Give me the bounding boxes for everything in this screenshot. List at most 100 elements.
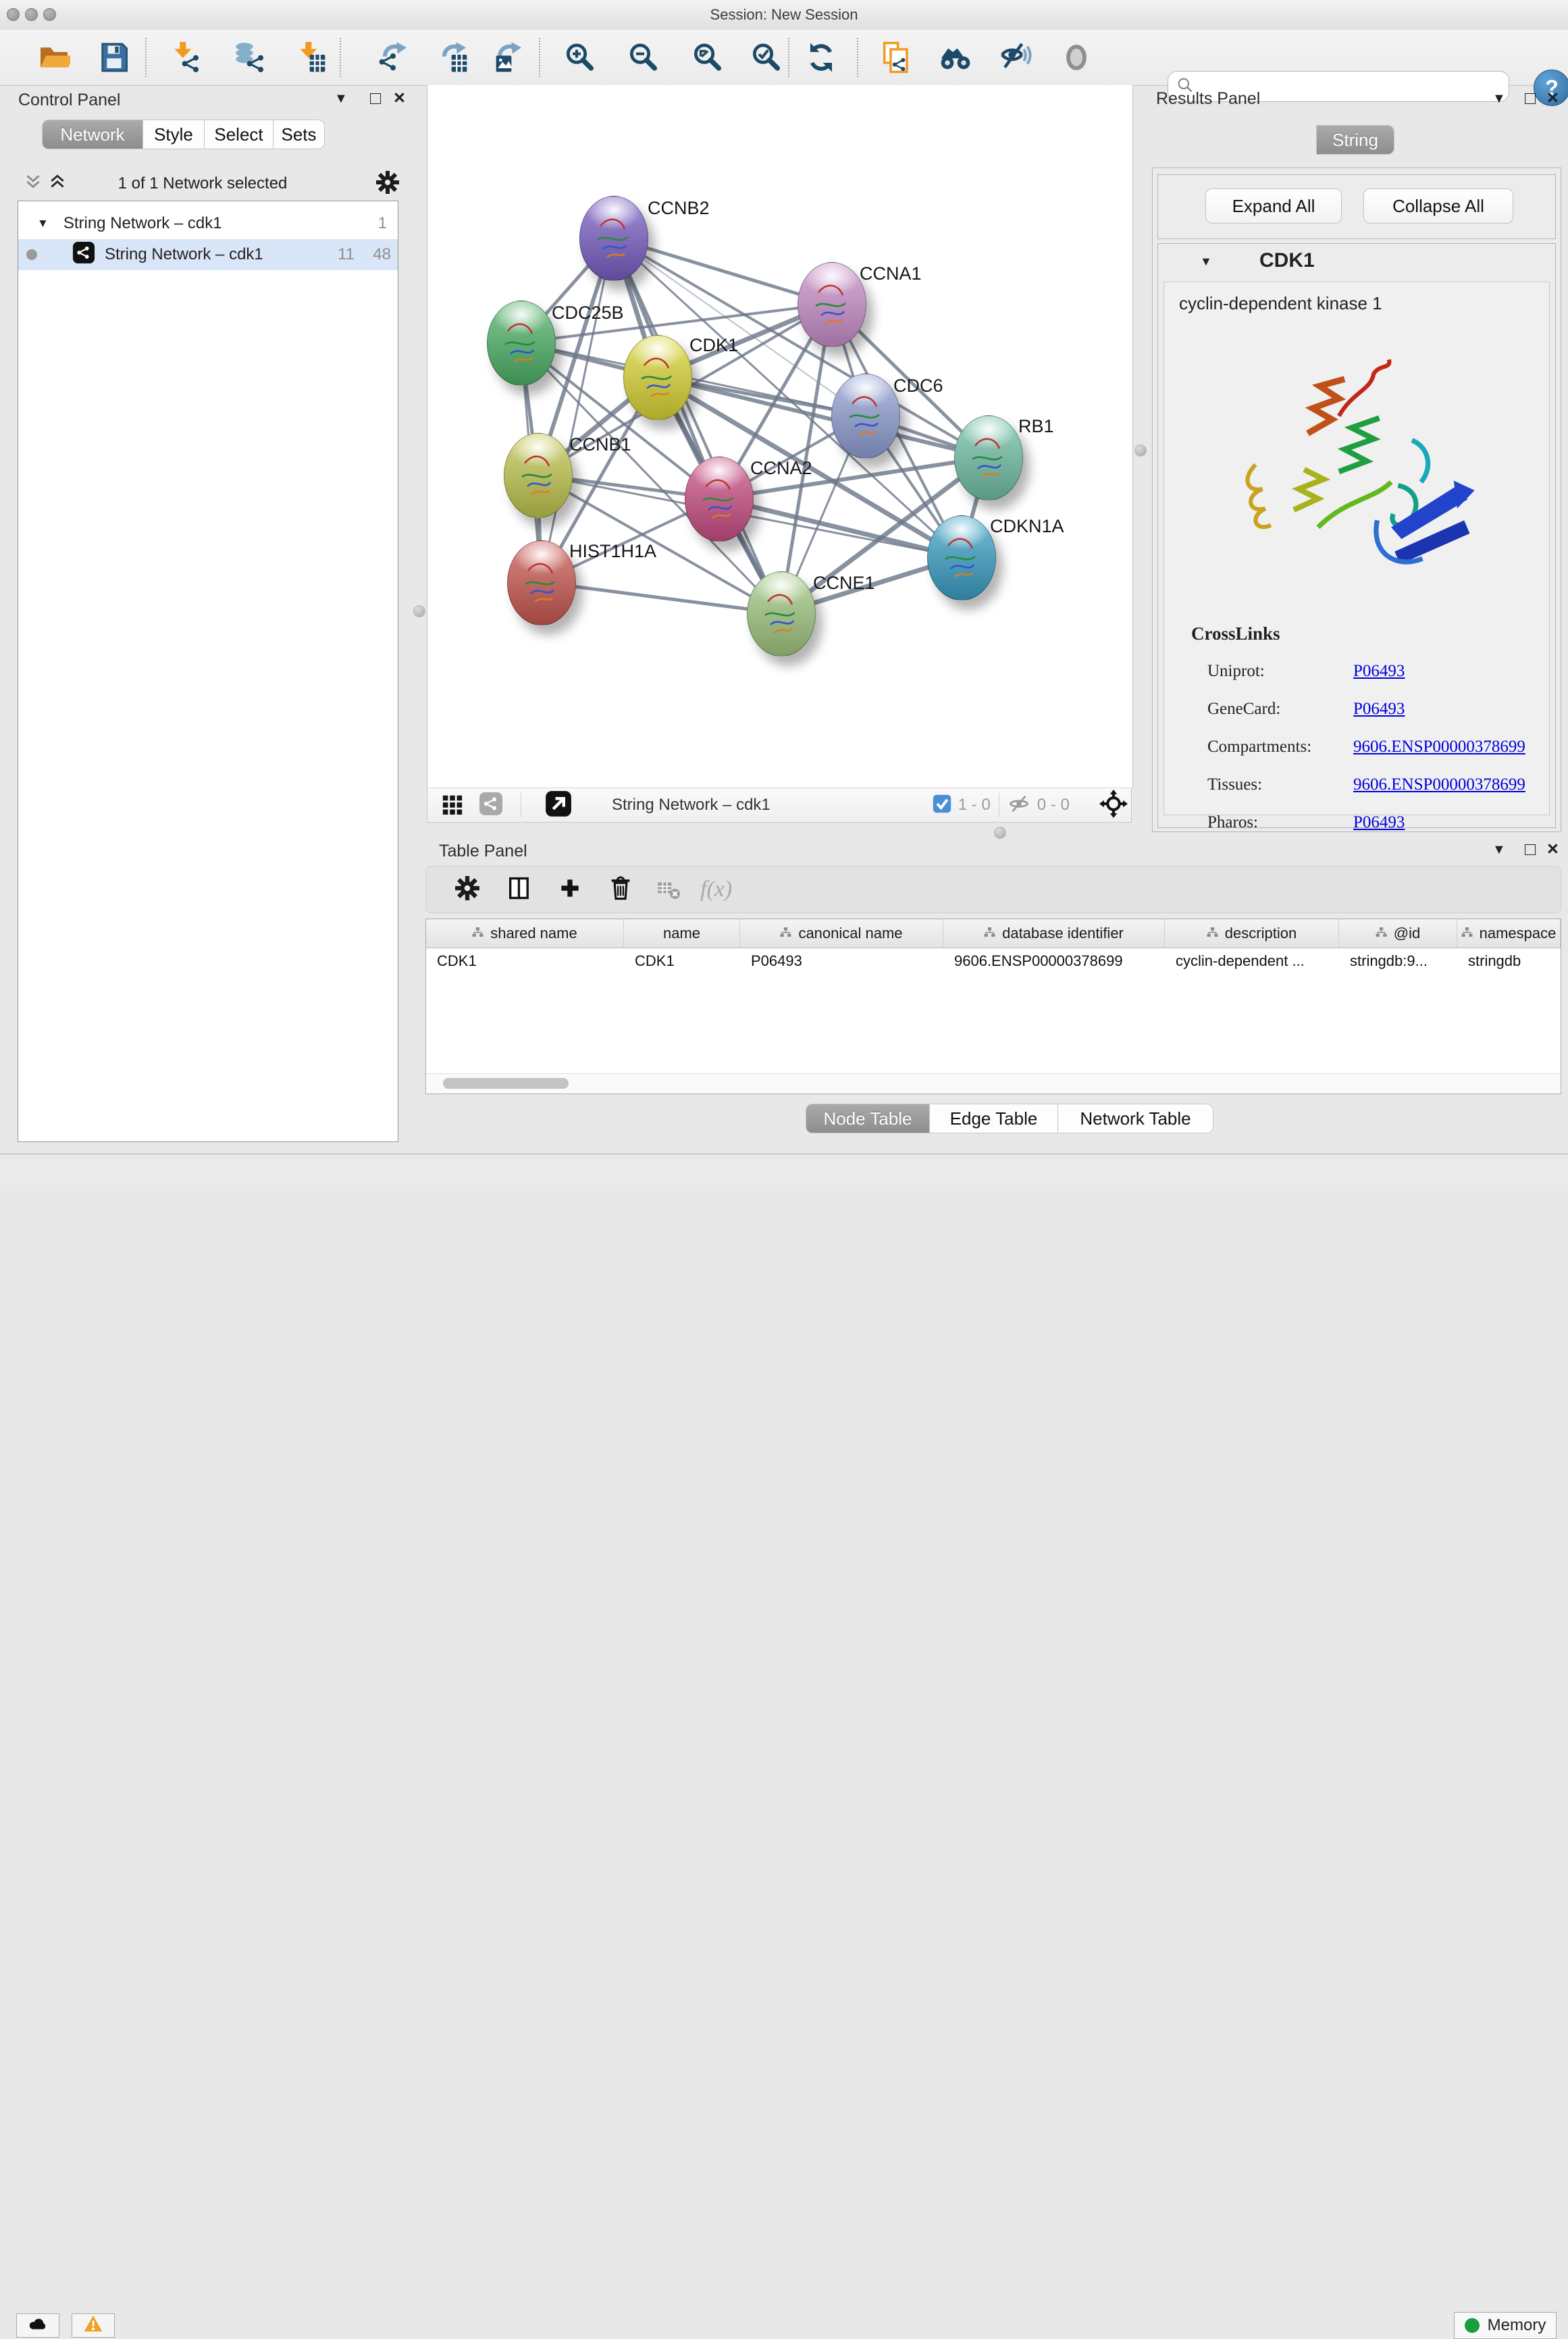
node-label-CDK1: CDK1 [689, 335, 738, 356]
tab-style[interactable]: Style [143, 120, 205, 149]
protein-node-HIST1H1A[interactable] [507, 540, 576, 625]
tab-select[interactable]: Select [205, 120, 273, 149]
expand-all-tree-icon[interactable] [49, 173, 66, 194]
table-horizontal-scrollbar[interactable] [427, 1073, 1560, 1093]
column-header-name[interactable]: name [624, 919, 740, 948]
new-network-from-file-icon[interactable] [877, 38, 916, 77]
save-session-icon[interactable] [95, 38, 134, 77]
delete-column-icon[interactable] [607, 875, 634, 905]
add-column-icon[interactable] [557, 875, 583, 904]
import-network-icon[interactable] [165, 38, 205, 77]
cdk1-result-card: ▼ CDK1 cyclin-dependent kinase 1 CrossLi… [1157, 243, 1556, 828]
cloud-button[interactable] [16, 2313, 59, 2338]
selected-checkbox-icon[interactable] [933, 794, 951, 817]
export-network-icon[interactable] [373, 38, 413, 77]
control-panel-collapse-icon[interactable]: ▼ [334, 92, 348, 105]
column-type-icon [1376, 925, 1387, 942]
collapse-all-tree-icon[interactable] [24, 173, 42, 194]
tab-edge-table[interactable]: Edge Table [930, 1104, 1058, 1133]
control-panel-close-icon[interactable]: × [394, 88, 405, 108]
column-header-canonicalname[interactable]: canonical name [740, 919, 943, 948]
result-description: cyclin-dependent kinase 1 [1179, 293, 1549, 314]
detach-view-icon[interactable] [544, 790, 573, 821]
memory-button[interactable]: Memory [1454, 2312, 1557, 2339]
crosslink-value-link[interactable]: 9606.ENSP00000378699 [1353, 738, 1525, 756]
collapse-all-button[interactable]: Collapse All [1363, 188, 1513, 224]
column-header-namespace[interactable]: namespace [1457, 919, 1561, 948]
table-panel-float-icon[interactable]: □ [1525, 840, 1536, 858]
result-collapse-icon[interactable]: ▼ [1200, 255, 1212, 269]
protein-node-CCNA1[interactable] [798, 262, 866, 347]
tab-node-table[interactable]: Node Table [806, 1104, 930, 1133]
network-options-gear-icon[interactable] [375, 170, 400, 198]
network-edge[interactable] [541, 238, 613, 582]
export-table-icon[interactable] [433, 38, 472, 77]
column-header-id[interactable]: @id [1339, 919, 1457, 948]
protein-node-CCNB1[interactable] [504, 433, 573, 518]
network-canvas[interactable]: CCNB2CCNA1CDC25BCDK1CDC6RB1CCNB1CCNA2CDK… [427, 85, 1133, 788]
zoom-out-icon[interactable] [623, 38, 662, 77]
table-panel-close-icon[interactable]: × [1547, 840, 1559, 859]
protein-node-CCNB2[interactable] [579, 196, 648, 281]
tree-expander-icon[interactable]: ▼ [37, 217, 49, 230]
tab-network-table[interactable]: Network Table [1058, 1104, 1213, 1133]
import-table-icon[interactable] [291, 38, 330, 77]
results-panel-collapse-icon[interactable]: ▼ [1492, 92, 1506, 105]
import-database-icon[interactable] [230, 38, 269, 77]
tab-network[interactable]: Network [42, 120, 143, 149]
protein-node-CDK1[interactable] [623, 335, 692, 420]
scrollbar-thumb[interactable] [443, 1078, 569, 1089]
search-network-icon[interactable] [936, 38, 975, 77]
expand-all-button[interactable]: Expand All [1205, 188, 1342, 224]
network-edge[interactable] [541, 582, 781, 613]
zoom-in-icon[interactable] [560, 38, 599, 77]
memory-status-dot-icon [1465, 2318, 1480, 2333]
column-header-databaseidentifier[interactable]: database identifier [943, 919, 1165, 948]
protein-node-RB1[interactable] [954, 415, 1023, 500]
birds-eye-crosshair-icon[interactable] [1099, 790, 1128, 821]
protein-node-CDC25B[interactable] [487, 301, 556, 386]
network-view-share-icon[interactable] [479, 792, 503, 819]
network-collection-row[interactable]: ▼ String Network – cdk1 1 [18, 208, 398, 239]
crosslink-label: Pharos: [1207, 813, 1353, 832]
collection-count: 1 [378, 214, 387, 233]
show-hide-panel-icon[interactable] [1057, 38, 1096, 77]
toolbar-separator [857, 38, 858, 77]
crosslink-value-link[interactable]: P06493 [1353, 813, 1405, 832]
toolbar-separator [788, 38, 789, 77]
result-gene-name: CDK1 [1259, 249, 1315, 272]
crosslink-value-link[interactable]: P06493 [1353, 662, 1405, 681]
left-splitter-handle[interactable] [413, 605, 425, 617]
table-row[interactable]: CDK1CDK1P064939606.ENSP00000378699cyclin… [426, 948, 1561, 974]
right-splitter-handle[interactable] [1134, 444, 1147, 457]
warnings-button[interactable] [72, 2313, 115, 2338]
crosslink-value-link[interactable]: P06493 [1353, 700, 1405, 719]
crosslink-label: Tissues: [1207, 775, 1353, 794]
protein-node-CCNE1[interactable] [747, 571, 816, 657]
results-panel-close-icon[interactable]: × [1547, 88, 1559, 108]
crosslink-value-link[interactable]: 9606.ENSP00000378699 [1353, 775, 1525, 794]
zoom-selected-icon[interactable] [746, 38, 785, 77]
node-label-CCNE1: CCNE1 [813, 573, 875, 594]
column-header-sharedname[interactable]: shared name [426, 919, 624, 948]
column-header-description[interactable]: description [1165, 919, 1339, 948]
network-row[interactable]: String Network – cdk1 11 48 [18, 239, 398, 270]
export-image-icon[interactable] [488, 38, 527, 77]
table-options-gear-icon[interactable] [454, 875, 480, 904]
protein-node-CDC6[interactable] [831, 374, 900, 459]
show-hide-graphics-details-icon[interactable] [996, 38, 1035, 77]
tab-string[interactable]: String [1316, 125, 1394, 155]
protein-node-CDKN1A[interactable] [927, 515, 996, 600]
refresh-icon[interactable] [802, 38, 841, 77]
tab-sets[interactable]: Sets [273, 120, 325, 149]
table-panel-collapse-icon[interactable]: ▼ [1492, 843, 1506, 856]
show-columns-icon[interactable] [506, 875, 533, 905]
results-panel-float-icon[interactable]: □ [1525, 89, 1536, 107]
hidden-eye-icon[interactable] [1008, 792, 1030, 819]
protein-node-CCNA2[interactable] [685, 457, 754, 542]
open-session-icon[interactable] [34, 38, 74, 77]
bottom-splitter-handle[interactable] [994, 827, 1006, 839]
zoom-fit-icon[interactable] [687, 38, 727, 77]
control-panel-float-icon[interactable]: □ [370, 89, 381, 107]
grid-view-icon[interactable] [441, 792, 464, 819]
